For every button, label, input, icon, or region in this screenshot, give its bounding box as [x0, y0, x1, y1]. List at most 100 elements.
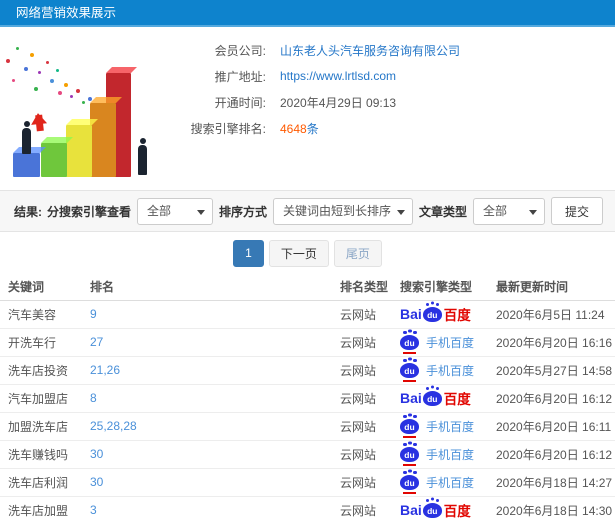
- rank-type-cell: 云网站: [340, 328, 400, 357]
- engine-filter-label: 分搜索引擎查看: [46, 204, 131, 219]
- updated-cell: 2020年6月18日 14:27: [496, 468, 615, 497]
- mobile-baidu-logo: du 手机百度: [400, 358, 475, 382]
- mobile-baidu-logo: du 手机百度: [400, 330, 475, 354]
- ranking-unit: 条: [306, 121, 319, 136]
- keyword-cell: 汽车加盟店: [0, 384, 90, 413]
- engine-cell: du 手机百度: [400, 328, 496, 357]
- rank-link[interactable]: 21,26: [90, 363, 120, 377]
- table-row: 洗车店加盟 3 云网站 Bai du 百度 2020年6月18日 14:30: [0, 496, 615, 520]
- rank-link[interactable]: 27: [90, 335, 103, 349]
- col-updated: 最新更新时间: [496, 274, 615, 301]
- updated-cell: 2020年6月20日 16:16: [496, 328, 615, 357]
- rank-cell: 27: [90, 328, 340, 357]
- engine-cell: du 手机百度: [400, 356, 496, 385]
- promo-url-label: 推广地址:: [214, 69, 266, 84]
- sort-value: 关键词由短到长排序: [282, 203, 391, 218]
- table-row: 开洗车行 27 云网站 du 手机百度 2020年6月20日 16:16: [0, 328, 615, 357]
- ranking-count: 4648: [280, 121, 307, 136]
- updated-cell: 2020年6月5日 11:24: [496, 300, 615, 329]
- article-type-select[interactable]: 全部: [472, 197, 545, 225]
- rank-link[interactable]: 3: [90, 503, 97, 517]
- table-row: 加盟洗车店 25,28,28 云网站 du 手机百度 2020年6月20日 16…: [0, 412, 615, 441]
- last-page-button[interactable]: 尾页: [333, 239, 382, 267]
- baidu-logo: Bai du 百度: [400, 386, 471, 408]
- keyword-cell: 汽车美容: [0, 300, 90, 329]
- rank-link[interactable]: 25,28,28: [90, 419, 137, 433]
- rank-type-cell: 云网站: [340, 496, 400, 520]
- bar-chart-illustration: [0, 31, 162, 183]
- mobile-baidu-logo: du 手机百度: [400, 414, 475, 438]
- page-1-button[interactable]: 1: [233, 239, 264, 267]
- promo-url-row: 推广地址: https://www.lrtlsd.com: [178, 63, 607, 89]
- mobile-baidu-label: 手机百度: [426, 475, 475, 490]
- ranking-label: 搜索引擎排名:: [190, 121, 266, 136]
- rank-type-cell: 云网站: [340, 412, 400, 441]
- rank-link[interactable]: 8: [90, 391, 97, 405]
- updated-cell: 2020年6月18日 14:30: [496, 496, 615, 520]
- page-title-bar: 网络营销效果展示: [0, 0, 615, 27]
- mobile-baidu-label: 手机百度: [426, 363, 475, 378]
- baidu-paw-icon: du: [422, 498, 442, 518]
- mobile-baidu-label: 手机百度: [426, 419, 475, 434]
- company-link[interactable]: 山东老人头汽车服务咨询有限公司: [280, 42, 460, 59]
- engine-cell: du 手机百度: [400, 468, 496, 497]
- chart-bar-blue: [13, 153, 40, 177]
- ranking-count-link[interactable]: 4648条: [280, 120, 319, 137]
- updated-cell: 2020年6月20日 16:12: [496, 440, 615, 469]
- table-header-row: 关键词 排名 排名类型 搜索引擎类型 最新更新时间: [0, 274, 615, 301]
- open-time-row: 开通时间: 2020年4月29日 09:13: [178, 89, 607, 115]
- promo-url-link[interactable]: https://www.lrtlsd.com: [280, 69, 396, 83]
- keyword-cell: 洗车店加盟: [0, 496, 90, 520]
- page-title: 网络营销效果展示: [16, 6, 117, 20]
- rank-cell: 25,28,28: [90, 412, 340, 441]
- pagination: 1 下一页 尾页: [0, 232, 615, 274]
- baidu-logo-cn: 百度: [443, 392, 471, 407]
- engine-filter-select[interactable]: 全部: [136, 197, 213, 225]
- ranking-row: 搜索引擎排名: 4648条: [178, 115, 607, 141]
- col-rank-type: 排名类型: [340, 274, 400, 301]
- rank-cell: 21,26: [90, 356, 340, 385]
- submit-button[interactable]: 提交: [550, 197, 603, 225]
- col-engine-type: 搜索引擎类型: [400, 274, 496, 301]
- sort-label: 排序方式: [218, 204, 267, 219]
- engine-cell: Bai du 百度: [400, 300, 496, 329]
- col-rank: 排名: [90, 274, 340, 301]
- rank-type-cell: 云网站: [340, 384, 400, 413]
- rank-link[interactable]: 30: [90, 475, 103, 489]
- result-label: 结果:: [14, 204, 42, 219]
- table-row: 洗车店利润 30 云网站 du 手机百度 2020年6月18日 14:27: [0, 468, 615, 497]
- up-arrow-icon: [35, 114, 44, 132]
- rank-link[interactable]: 30: [90, 447, 103, 461]
- engine-cell: Bai du 百度: [400, 384, 496, 413]
- businessman-figure: [22, 121, 31, 154]
- keyword-cell: 开洗车行: [0, 328, 90, 357]
- table-row: 洗车店投资 21,26 云网站 du 手机百度 2020年5月27日 14:58: [0, 356, 615, 385]
- rank-type-cell: 云网站: [340, 468, 400, 497]
- baidu-logo: Bai du 百度: [400, 302, 471, 324]
- engine-cell: du 手机百度: [400, 440, 496, 469]
- baidu-logo-bai: Bai: [400, 502, 422, 518]
- mobile-baidu-logo: du 手机百度: [400, 442, 475, 466]
- filter-bar: 结果: 分搜索引擎查看 全部 排序方式 关键词由短到长排序 文章类型 全部 提交: [0, 190, 615, 232]
- baidu-paw-icon: du: [400, 358, 419, 382]
- baidu-logo-bai: Bai: [400, 390, 422, 406]
- info-section: 会员公司: 山东老人头汽车服务咨询有限公司 推广地址: https://www.…: [0, 27, 615, 190]
- engine-cell: Bai du 百度: [400, 496, 496, 520]
- company-label: 会员公司:: [214, 43, 266, 58]
- col-keyword: 关键词: [0, 274, 90, 301]
- updated-cell: 2020年5月27日 14:58: [496, 356, 615, 385]
- member-info: 会员公司: 山东老人头汽车服务咨询有限公司 推广地址: https://www.…: [178, 37, 607, 141]
- baidu-paw-icon: du: [400, 330, 419, 354]
- rank-type-cell: 云网站: [340, 356, 400, 385]
- open-time-label: 开通时间:: [214, 95, 266, 110]
- rank-link[interactable]: 9: [90, 307, 97, 321]
- results-table: 关键词 排名 排名类型 搜索引擎类型 最新更新时间 汽车美容 9 云网站 Bai…: [0, 274, 615, 520]
- baidu-paw-icon: du: [400, 442, 419, 466]
- mobile-baidu-label: 手机百度: [426, 447, 475, 462]
- mobile-baidu-label: 手机百度: [426, 335, 475, 350]
- sort-select[interactable]: 关键词由短到长排序: [272, 197, 413, 225]
- next-page-button[interactable]: 下一页: [268, 239, 329, 267]
- rank-cell: 8: [90, 384, 340, 413]
- businessman-figure: [138, 138, 147, 175]
- results-tbody: 汽车美容 9 云网站 Bai du 百度 2020年6月5日 11:24 开洗车…: [0, 300, 615, 520]
